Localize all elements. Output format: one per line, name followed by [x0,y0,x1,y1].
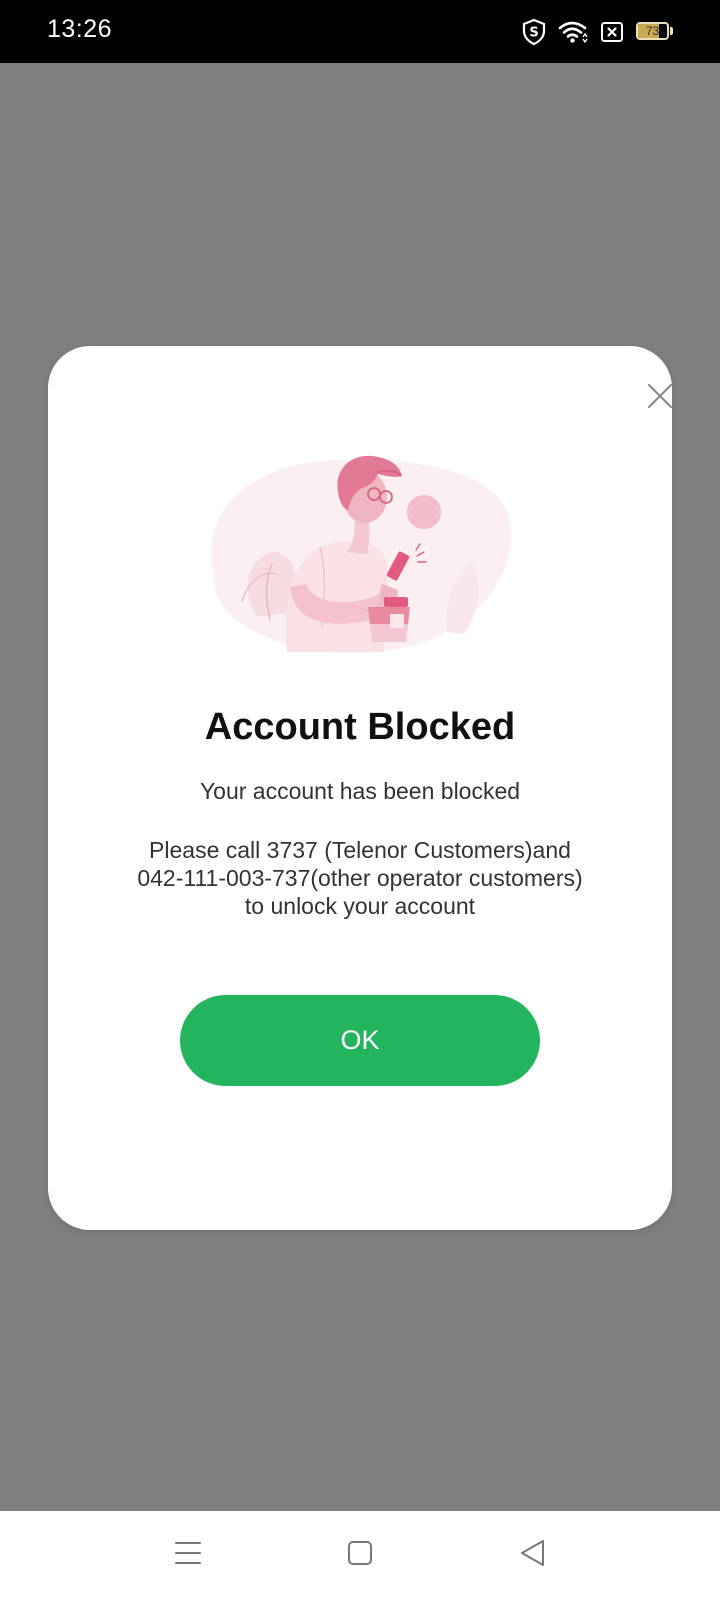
status-time: 13:26 [47,15,113,43]
status-bar: 13:26 S 73 [0,0,720,63]
dialog-message-line: 042-111-003-737(other operator customers… [137,865,583,891]
battery-level: 73 [645,24,660,38]
shield-s-icon: S [522,19,546,45]
home-icon [347,1540,373,1571]
dialog-title: Account Blocked [204,706,516,748]
no-sim-icon [600,21,624,43]
person-with-phone-illustration [202,452,518,662]
dialog-message: Please call 3737 (Telenor Customers)and … [100,836,620,920]
status-icons: S 73 [522,18,674,46]
menu-icon [174,1540,202,1571]
dialog-message-line: to unlock your account [244,893,476,919]
back-icon [519,1539,545,1572]
navigation-bar [0,1511,720,1600]
ok-button[interactable]: OK [180,995,540,1086]
close-button[interactable] [630,368,690,428]
dialog-message-line: Please call 3737 (Telenor Customers)and [149,837,571,863]
battery-icon: 73 [636,22,674,42]
dialog-subtitle: Your account has been blocked [199,778,521,804]
home-button[interactable] [315,1511,405,1600]
back-button[interactable] [487,1511,577,1600]
menu-button[interactable] [143,1511,233,1600]
wifi-icon [558,20,588,44]
svg-text:S: S [529,26,538,41]
close-icon [647,383,673,414]
account-blocked-dialog: Account Blocked Your account has been bl… [48,346,673,1230]
